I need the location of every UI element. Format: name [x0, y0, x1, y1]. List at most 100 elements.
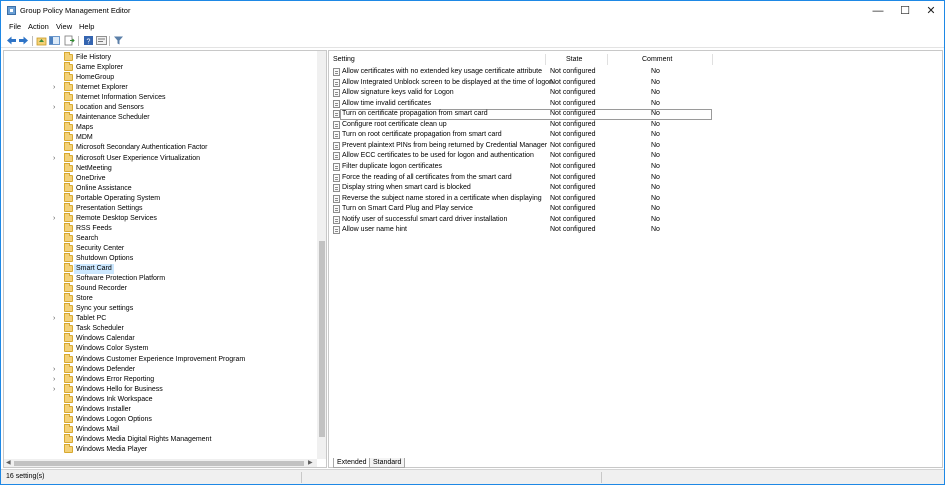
table-row[interactable]: Turn on certificate propagation from sma… [329, 109, 942, 120]
filter-icon[interactable] [113, 35, 124, 46]
tree-item[interactable]: Maintenance Scheduler [4, 112, 314, 123]
expand-chevron-icon[interactable]: › [53, 155, 59, 163]
column-header-comment[interactable]: Comment [642, 54, 672, 65]
tree-item[interactable]: Windows Logon Options [4, 413, 314, 425]
table-row[interactable]: Display string when smart card is blocke… [329, 183, 942, 194]
tree-item[interactable]: Search [4, 232, 314, 244]
table-row[interactable]: Force the reading of all certificates fr… [329, 173, 942, 184]
tab-divider [405, 467, 605, 468]
scroll-left-icon[interactable]: ◀ [6, 459, 11, 467]
setting-comment: No [651, 173, 660, 181]
folder-icon [64, 413, 73, 423]
expand-chevron-icon[interactable]: › [53, 84, 59, 92]
table-row[interactable]: Allow time invalid certificates Not confi… [329, 99, 942, 110]
expand-chevron-icon[interactable]: › [53, 366, 59, 374]
tree-item[interactable]: Windows Installer [4, 403, 314, 415]
expand-chevron-icon[interactable]: › [53, 104, 59, 112]
tree-item[interactable]: HomeGroup [4, 72, 314, 83]
tree-item[interactable]: Game Explorer [4, 62, 314, 73]
tree-item[interactable]: Shutdown Options [4, 253, 314, 264]
column-divider[interactable] [545, 54, 546, 65]
table-row[interactable]: Allow signature keys valid for Logon Not … [329, 88, 942, 99]
column-divider[interactable] [712, 54, 713, 65]
close-button[interactable]: ✕ [917, 1, 945, 21]
table-row[interactable]: Allow certificates with no extended key … [329, 67, 942, 78]
table-row[interactable]: Allow ECC certificates to be used for lo… [329, 151, 942, 162]
tree-item[interactable]: File History [4, 52, 314, 63]
table-row[interactable]: Turn on Smart Card Plug and Play service… [329, 204, 942, 215]
column-divider[interactable] [607, 54, 608, 65]
column-header-state[interactable]: State [566, 54, 582, 65]
tree-item[interactable]: Windows Mail [4, 423, 314, 435]
table-row[interactable]: Prevent plaintext PINs from being return… [329, 141, 942, 152]
tree-item[interactable]: › Windows Hello for Business [4, 383, 314, 395]
tree-item[interactable]: Security Center [4, 242, 314, 254]
tree-item-label: Location and Sensors [76, 104, 144, 112]
tree-item[interactable]: Windows Ink Workspace [4, 393, 314, 405]
tree-item[interactable]: Windows Color System [4, 343, 314, 354]
expand-chevron-icon[interactable]: › [53, 215, 59, 223]
table-row[interactable]: Filter duplicate logon certificates Not c… [329, 162, 942, 173]
tab-standard[interactable]: Standard [369, 458, 406, 468]
tree-item[interactable]: Windows Customer Experience Improvement … [4, 353, 314, 365]
tree-item[interactable]: Presentation Settings [4, 202, 314, 214]
export-list-icon[interactable] [64, 35, 75, 46]
tree-item[interactable]: Windows Media Digital Rights Management [4, 433, 314, 445]
help-icon[interactable]: ? [83, 35, 94, 46]
tab-extended[interactable]: Extended [333, 458, 371, 468]
tree-item[interactable]: Sound Recorder [4, 283, 314, 294]
menu-view[interactable]: View [56, 22, 72, 31]
properties-icon[interactable] [96, 35, 107, 46]
tree-item[interactable]: Software Protection Platform [4, 273, 314, 284]
tree-item[interactable]: Sync your settings [4, 303, 314, 314]
tree-item-label: Windows Defender [76, 365, 136, 373]
table-row[interactable]: Allow Integrated Unblock screen to be di… [329, 78, 942, 89]
menu-file[interactable]: File [9, 22, 21, 31]
tree-horizontal-scroll-thumb[interactable] [14, 461, 304, 466]
tree-item[interactable]: Task Scheduler [4, 323, 314, 334]
expand-chevron-icon[interactable]: › [53, 376, 59, 384]
menu-help[interactable]: Help [79, 22, 94, 31]
tree-vertical-scrollbar[interactable] [317, 51, 326, 459]
table-row[interactable]: Configure root certificate clean up Not c… [329, 120, 942, 131]
tree-item[interactable]: › Microsoft User Experience Virtualizatio… [4, 152, 314, 164]
back-icon[interactable] [6, 35, 17, 46]
tree-item[interactable]: › Remote Desktop Services [4, 212, 314, 224]
tree-item[interactable]: NetMeeting [4, 162, 314, 174]
up-folder-icon[interactable] [36, 35, 47, 46]
table-row[interactable]: Turn on root certificate propagation fro… [329, 130, 942, 141]
tree-item[interactable]: Portable Operating System [4, 192, 314, 204]
menu-action[interactable]: Action [28, 22, 49, 31]
show-hide-tree-icon[interactable] [49, 35, 60, 46]
folder-icon [64, 363, 73, 373]
minimize-button[interactable]: — [864, 1, 892, 21]
tree-item[interactable]: Smart Card [4, 263, 314, 275]
column-header-setting[interactable]: Setting [333, 54, 355, 65]
tree-item[interactable]: MDM [4, 132, 314, 143]
tree-item[interactable]: › Location and Sensors [4, 102, 314, 113]
tree-item[interactable]: Microsoft Secondary Authentication Facto… [4, 142, 314, 153]
tree-item[interactable]: Windows Calendar [4, 333, 314, 344]
tree-item[interactable]: OneDrive [4, 172, 314, 184]
tree-item[interactable]: RSS Feeds [4, 222, 314, 234]
folder-icon [64, 293, 73, 303]
tree-item[interactable]: Maps [4, 122, 314, 133]
tree-item[interactable]: Internet Information Services [4, 92, 314, 103]
tree-item[interactable]: › Windows Error Reporting [4, 373, 314, 385]
tree-item[interactable]: › Tablet PC [4, 313, 314, 324]
scroll-right-icon[interactable]: ▶ [308, 459, 313, 467]
tree-item[interactable]: Online Assistance [4, 182, 314, 194]
table-row[interactable]: Notify user of successful smart card dri… [329, 215, 942, 226]
expand-chevron-icon[interactable]: › [53, 315, 59, 323]
forward-icon[interactable] [18, 35, 29, 46]
expand-chevron-icon[interactable]: › [53, 386, 59, 394]
tree-item[interactable]: Windows Media Player [4, 443, 314, 455]
tree-vertical-scroll-thumb[interactable] [319, 241, 325, 437]
tree-item[interactable]: Store [4, 293, 314, 304]
table-row[interactable]: Reverse the subject name stored in a cer… [329, 194, 942, 205]
maximize-button[interactable]: ☐ [891, 1, 919, 21]
tree-item[interactable]: › Windows Defender [4, 363, 314, 375]
table-row[interactable]: Allow user name hint Not configured No [329, 225, 942, 236]
tree-item[interactable]: › Internet Explorer [4, 82, 314, 93]
tree-horizontal-scrollbar[interactable]: ◀ ▶ [4, 459, 317, 467]
